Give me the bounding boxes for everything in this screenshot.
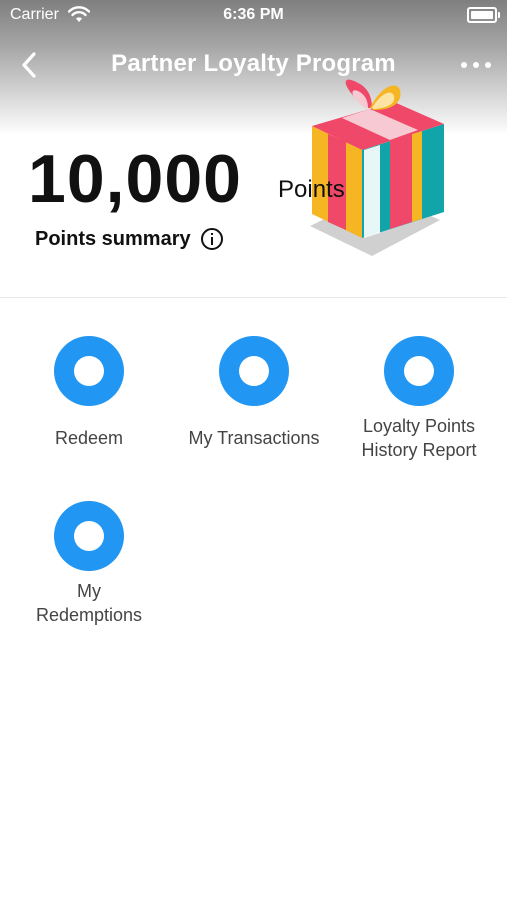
more-options-button[interactable] (459, 54, 493, 76)
points-value: 10,000 (28, 141, 242, 217)
menu-item-label: Loyalty Points History Report (361, 416, 477, 460)
points-unit: Points (278, 176, 345, 203)
gift-box-illustration (310, 79, 444, 256)
menu-item-loyalty-points-history-report[interactable]: Loyalty Points History Report (339, 336, 499, 462)
menu-item-label: My Transactions (188, 428, 320, 448)
more-dot (461, 62, 467, 68)
menu-item-label: My Redemptions (35, 581, 143, 625)
circle-icon (54, 501, 124, 571)
points-summary-link[interactable]: Points summary (35, 224, 223, 254)
menu-item-my-transactions[interactable]: My Transactions (174, 336, 334, 450)
more-dot (473, 62, 479, 68)
circle-icon (384, 336, 454, 406)
menu-item-redeem[interactable]: Redeem (9, 336, 169, 450)
points-summary-label: Points summary (35, 227, 191, 250)
more-dot (485, 62, 491, 68)
circle-icon (54, 336, 124, 406)
menu-item-my-redemptions[interactable]: My Redemptions (9, 501, 169, 627)
circle-icon (219, 336, 289, 406)
status-time: 6:36 PM (223, 6, 284, 23)
info-icon[interactable] (200, 228, 223, 250)
status-bar: Carrier 6:36 PM (0, 0, 507, 30)
menu-item-label: Redeem (54, 428, 124, 448)
page-title: Partner Loyalty Program (111, 50, 396, 77)
divider (0, 297, 507, 298)
battery-icon (467, 7, 500, 23)
